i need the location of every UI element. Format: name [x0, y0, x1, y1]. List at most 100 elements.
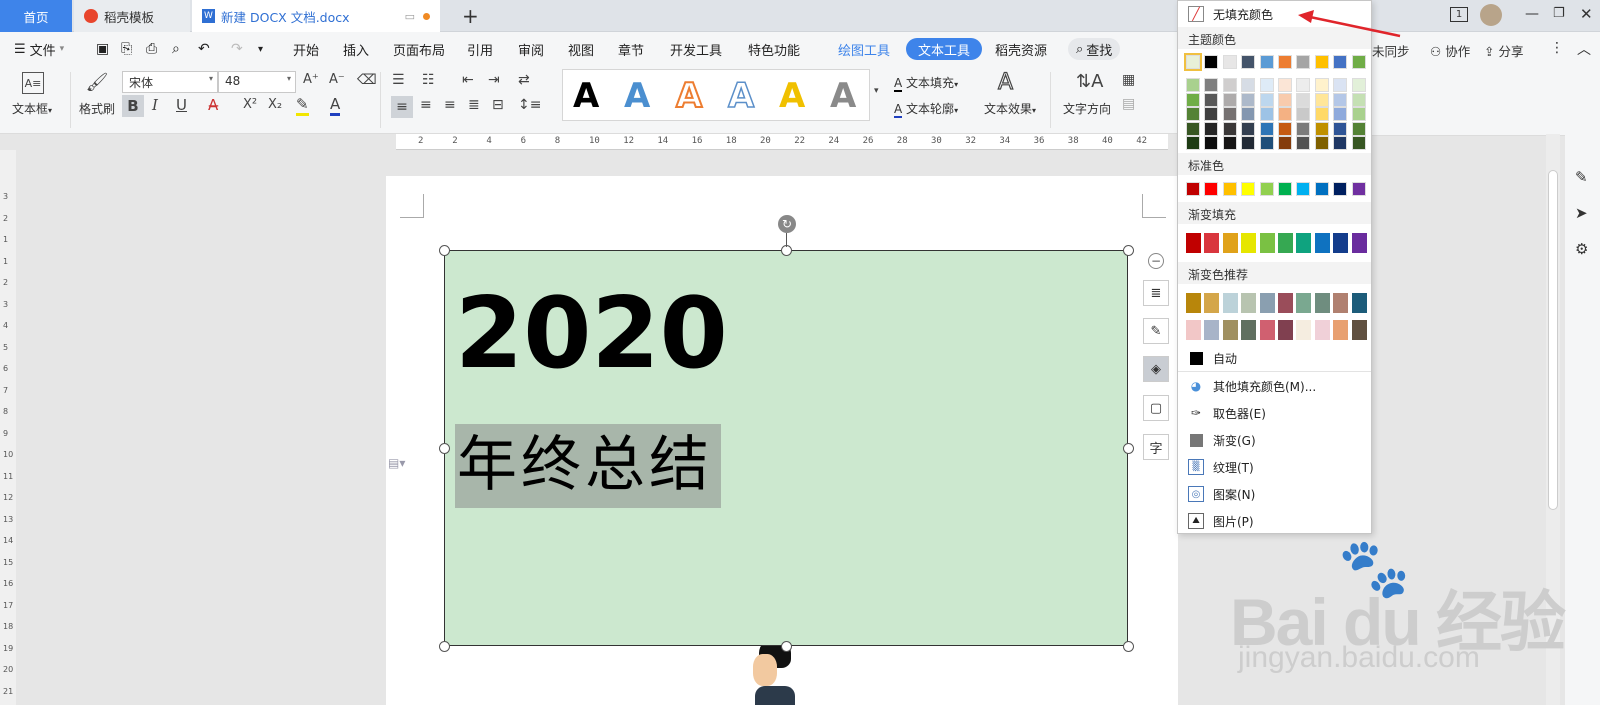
- format-painter-icon[interactable]: 🖌: [86, 70, 109, 94]
- restore-icon[interactable]: ❐: [1553, 6, 1565, 21]
- gradient-fill-swatch[interactable]: [1222, 233, 1238, 253]
- theme-shade-swatch[interactable]: [1333, 121, 1348, 136]
- theme-shade-swatch[interactable]: [1296, 78, 1311, 92]
- theme-color-swatch[interactable]: [1259, 55, 1274, 69]
- text-effect-button[interactable]: 文本效果▾: [984, 100, 1036, 117]
- menu-features[interactable]: 特色功能: [748, 32, 800, 66]
- align-right-icon[interactable]: ≡: [444, 97, 456, 113]
- tab-template[interactable]: 稻壳模板: [74, 0, 190, 32]
- theme-shade-swatch[interactable]: [1296, 121, 1311, 136]
- resize-handle[interactable]: [1123, 443, 1134, 454]
- rotate-handle-icon[interactable]: ↻: [778, 215, 796, 233]
- gradient-fill-swatch[interactable]: [1351, 233, 1367, 253]
- textbox-button[interactable]: 文本框▾: [12, 100, 52, 117]
- gradient-recommend-swatch[interactable]: [1333, 320, 1349, 340]
- theme-shade-swatch[interactable]: [1333, 92, 1348, 107]
- collapse-tools-icon[interactable]: −: [1148, 253, 1164, 269]
- gradient-recommend-swatch[interactable]: [1351, 320, 1367, 340]
- strikethrough-icon[interactable]: A̶: [208, 96, 218, 114]
- standard-color-swatch[interactable]: [1241, 182, 1256, 196]
- collapse-ribbon-icon[interactable]: ︿: [1577, 39, 1591, 59]
- more-chevron-icon[interactable]: ▾: [258, 32, 263, 66]
- tab-document[interactable]: W 新建 DOCX 文档.docx ▭: [192, 0, 440, 32]
- shape-style-icon[interactable]: ✎: [1143, 318, 1169, 344]
- theme-shade-swatch[interactable]: [1278, 78, 1292, 92]
- gradient-fill-swatch[interactable]: [1186, 233, 1201, 253]
- theme-shade-swatch[interactable]: [1314, 136, 1329, 150]
- paragraph-mark-icon[interactable]: ▤▾: [388, 456, 405, 470]
- theme-shade-swatch[interactable]: [1314, 78, 1329, 92]
- more-vertical-icon[interactable]: ⋮: [1550, 40, 1564, 56]
- art-style-orange-outline[interactable]: A: [675, 75, 703, 117]
- file-menu[interactable]: ☰ 文件 ▾: [14, 32, 64, 66]
- text-tools-side-button[interactable]: 字: [1143, 434, 1169, 460]
- eyedropper-option[interactable]: ✑ 取色器(E): [1178, 400, 1371, 426]
- horizontal-ruler[interactable]: 2 2 4 6 8 10 12 14 16 18 20 22 24 26 28 30 32 34 36 38 40 42: [396, 134, 1168, 150]
- save-icon[interactable]: ▣: [96, 32, 109, 66]
- title-year[interactable]: 2020: [455, 285, 728, 383]
- settings-sliders-icon[interactable]: ⚙: [1575, 240, 1588, 258]
- theme-shade-swatch[interactable]: [1241, 107, 1256, 121]
- bold-button[interactable]: B: [122, 95, 144, 117]
- gradient-fill-swatch[interactable]: [1241, 233, 1257, 253]
- theme-shade-swatch[interactable]: [1241, 121, 1256, 136]
- justify-icon[interactable]: ≣: [468, 97, 480, 113]
- theme-color-swatch[interactable]: [1296, 55, 1311, 69]
- align-center-icon[interactable]: ≡: [420, 97, 432, 113]
- gradient-recommend-swatch[interactable]: [1259, 320, 1275, 340]
- pattern-option[interactable]: ◎ 图案(N): [1178, 481, 1371, 507]
- menu-daoke-resources[interactable]: 稻壳资源: [995, 32, 1047, 66]
- resize-handle[interactable]: [1123, 641, 1134, 652]
- menu-developer[interactable]: 开发工具: [670, 32, 722, 66]
- art-style-black[interactable]: A: [573, 76, 599, 116]
- decrease-font-icon[interactable]: A⁻: [329, 72, 345, 87]
- auto-color-option[interactable]: 自动: [1178, 345, 1371, 371]
- gradient-recommend-swatch[interactable]: [1241, 320, 1257, 340]
- subscript-button[interactable]: X₂: [268, 97, 282, 112]
- theme-shade-swatch[interactable]: [1314, 107, 1329, 121]
- menu-view[interactable]: 视图: [568, 32, 594, 66]
- format-painter-label[interactable]: 格式刷: [79, 100, 115, 117]
- theme-shade-swatch[interactable]: [1186, 107, 1200, 121]
- theme-shade-swatch[interactable]: [1241, 78, 1256, 92]
- text-direction-icon[interactable]: ⇅A: [1076, 71, 1103, 92]
- textbox-link-icon[interactable]: ▤: [1122, 96, 1135, 112]
- highlight-icon[interactable]: ✎: [296, 95, 309, 116]
- increase-indent-icon[interactable]: ⇥: [488, 72, 500, 88]
- clear-format-icon[interactable]: ⌫: [357, 72, 377, 88]
- theme-shade-swatch[interactable]: [1241, 92, 1256, 107]
- gradient-recommend-swatch[interactable]: [1204, 293, 1220, 313]
- theme-shade-swatch[interactable]: [1278, 121, 1292, 136]
- menu-chapter[interactable]: 章节: [618, 32, 644, 66]
- theme-shade-swatch[interactable]: [1186, 78, 1200, 92]
- font-name-combo[interactable]: 宋体 ▾: [122, 71, 218, 93]
- gradient-recommend-swatch[interactable]: [1222, 320, 1238, 340]
- page-indicator[interactable]: 1: [1450, 7, 1468, 22]
- theme-shade-swatch[interactable]: [1186, 92, 1200, 107]
- theme-color-swatch[interactable]: [1241, 55, 1256, 69]
- theme-shade-swatch[interactable]: [1314, 92, 1329, 107]
- standard-color-swatch[interactable]: [1296, 182, 1311, 196]
- standard-color-swatch[interactable]: [1186, 182, 1200, 196]
- bullet-list-icon[interactable]: ☰: [392, 72, 405, 88]
- theme-color-swatch[interactable]: [1351, 55, 1366, 69]
- theme-shade-swatch[interactable]: [1222, 121, 1237, 136]
- theme-shade-swatch[interactable]: [1296, 107, 1311, 121]
- gradient-recommend-swatch[interactable]: [1333, 293, 1349, 313]
- share-button[interactable]: ⇪ 分享: [1484, 41, 1523, 60]
- print-preview-icon[interactable]: ⌕: [172, 32, 180, 66]
- gradient-recommend-swatch[interactable]: [1296, 320, 1312, 340]
- resize-handle[interactable]: [1123, 245, 1134, 256]
- gradient-recommend-swatch[interactable]: [1296, 293, 1312, 313]
- menu-insert[interactable]: 插入: [343, 32, 369, 66]
- search-box[interactable]: ⌕ 查找: [1068, 38, 1121, 60]
- theme-shade-swatch[interactable]: [1314, 121, 1329, 136]
- numbered-list-icon[interactable]: ☷: [422, 72, 435, 88]
- resize-handle[interactable]: [781, 641, 792, 652]
- font-color-icon[interactable]: A: [330, 95, 341, 116]
- theme-color-swatch[interactable]: [1222, 55, 1237, 69]
- theme-shade-swatch[interactable]: [1204, 121, 1219, 136]
- theme-shade-swatch[interactable]: [1222, 78, 1237, 92]
- menu-page-layout[interactable]: 页面布局: [393, 32, 445, 66]
- theme-shade-swatch[interactable]: [1296, 92, 1311, 107]
